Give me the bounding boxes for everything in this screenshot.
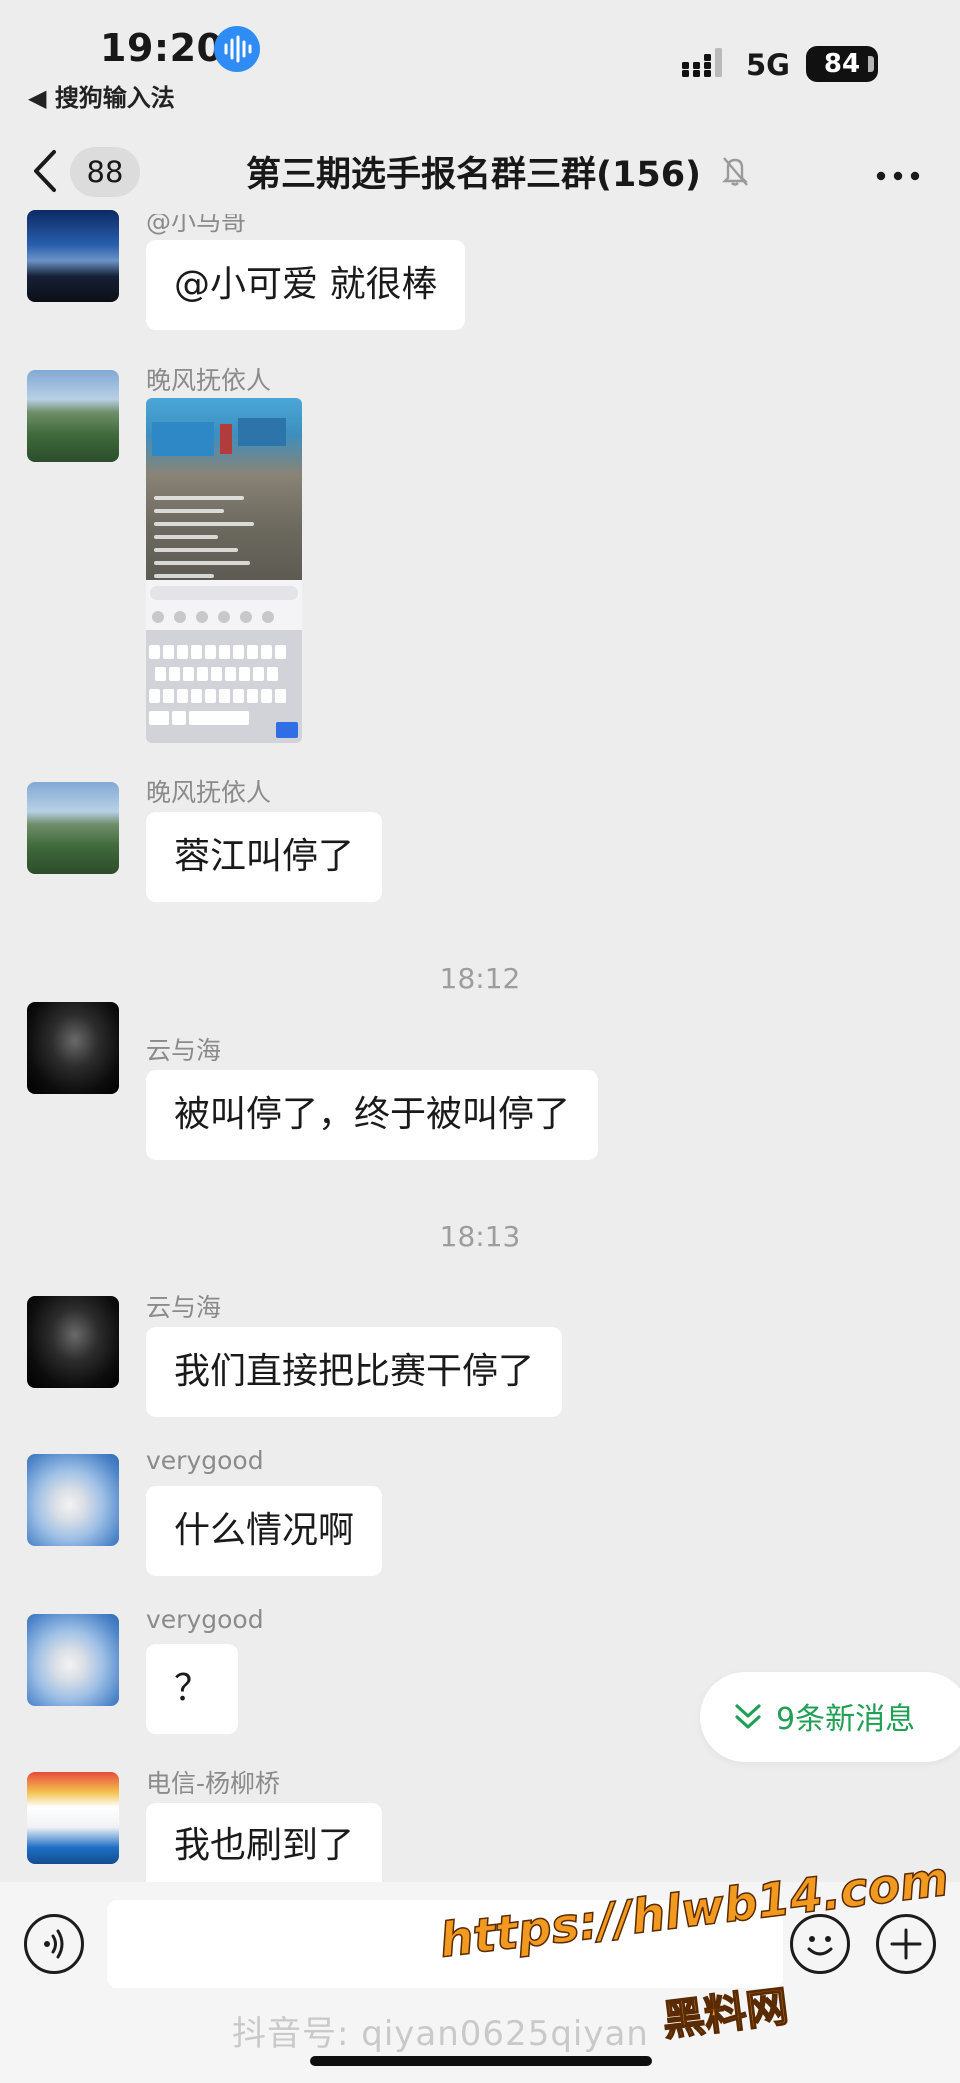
timestamp: 18:12 xyxy=(439,962,521,995)
dark-portrait-avatar[interactable] xyxy=(27,1296,119,1388)
voice-input-button[interactable] xyxy=(24,1914,84,1974)
sender-name: 晚风抚依人 xyxy=(146,366,272,395)
message-bubble[interactable]: @小可爱 就很棒 xyxy=(146,240,466,330)
message-bubble[interactable]: 被叫停了，终于被叫停了 xyxy=(146,1070,599,1160)
sender-name: 电信-杨柳桥 xyxy=(146,1769,281,1798)
status-bar: 19:20 ◀ 搜狗输入法 5G 84 xyxy=(0,0,960,120)
cloud-avatar[interactable] xyxy=(27,1454,119,1546)
signal-strength-icon xyxy=(680,48,732,82)
emoji-row xyxy=(152,608,292,623)
double-chevron-down-icon xyxy=(734,1702,762,1736)
douyin-watermark: 抖音号: qiyan0625qiyan xyxy=(232,2014,649,2054)
message-bubble[interactable]: 我也刷到了 xyxy=(146,1803,383,1882)
message-bubble[interactable]: 我们直接把比赛干停了 xyxy=(146,1327,563,1417)
unread-count-badge[interactable]: 88 xyxy=(70,147,140,197)
sender-name: verygood xyxy=(146,1605,264,1634)
plus-icon xyxy=(890,1928,922,1960)
more-functions-button[interactable] xyxy=(876,1914,936,1974)
tent-shape xyxy=(152,422,214,456)
cloud-avatar[interactable] xyxy=(27,1614,119,1706)
sender-name: 晚风抚依人 xyxy=(146,778,272,807)
timestamp: 18:13 xyxy=(439,1220,521,1253)
person-shape xyxy=(220,424,232,454)
status-time: 19:20 xyxy=(100,26,224,70)
keyboard-image xyxy=(146,630,302,743)
send-key-shape xyxy=(276,722,298,738)
message-bubble[interactable]: 蓉江叫停了 xyxy=(146,812,383,902)
chat-title[interactable]: 第三期选手报名群三群(156) xyxy=(246,146,701,197)
sender-name: verygood xyxy=(146,1446,264,1475)
back-to-app-link[interactable]: ◀ 搜狗输入法 xyxy=(28,78,175,113)
voice-activity-icon xyxy=(214,26,260,72)
shared-screenshot-image[interactable] xyxy=(146,398,302,743)
back-chevron-icon[interactable] xyxy=(30,148,60,198)
voice-wave-icon xyxy=(44,1929,64,1959)
home-indicator xyxy=(310,2056,652,2066)
smiley-icon xyxy=(807,1936,833,1956)
message-bubble[interactable]: 什么情况啊 xyxy=(146,1486,383,1576)
comment-overlay xyxy=(154,496,264,587)
new-messages-button[interactable]: 9条新消息 xyxy=(700,1672,960,1762)
battery-cap xyxy=(868,56,874,72)
sky-avatar[interactable] xyxy=(27,210,119,302)
comment-input-shape xyxy=(150,586,298,600)
mountain-avatar[interactable] xyxy=(27,370,119,462)
message-bubble[interactable]: ？ xyxy=(146,1644,239,1734)
mountain-avatar[interactable] xyxy=(27,782,119,874)
new-messages-label: 9条新消息 xyxy=(776,1702,916,1737)
tent-shape xyxy=(238,418,286,446)
sender-name: 云与海 xyxy=(146,1293,222,1322)
dark-portrait-avatar[interactable] xyxy=(27,1002,119,1094)
network-type: 5G xyxy=(746,48,790,82)
chat-header: 88 第三期选手报名群三群(156) xyxy=(0,120,960,220)
muted-bell-icon xyxy=(720,154,750,192)
sender-name: 云与海 xyxy=(146,1036,222,1065)
office-avatar[interactable] xyxy=(27,1772,119,1864)
more-options-icon[interactable] xyxy=(876,166,920,185)
